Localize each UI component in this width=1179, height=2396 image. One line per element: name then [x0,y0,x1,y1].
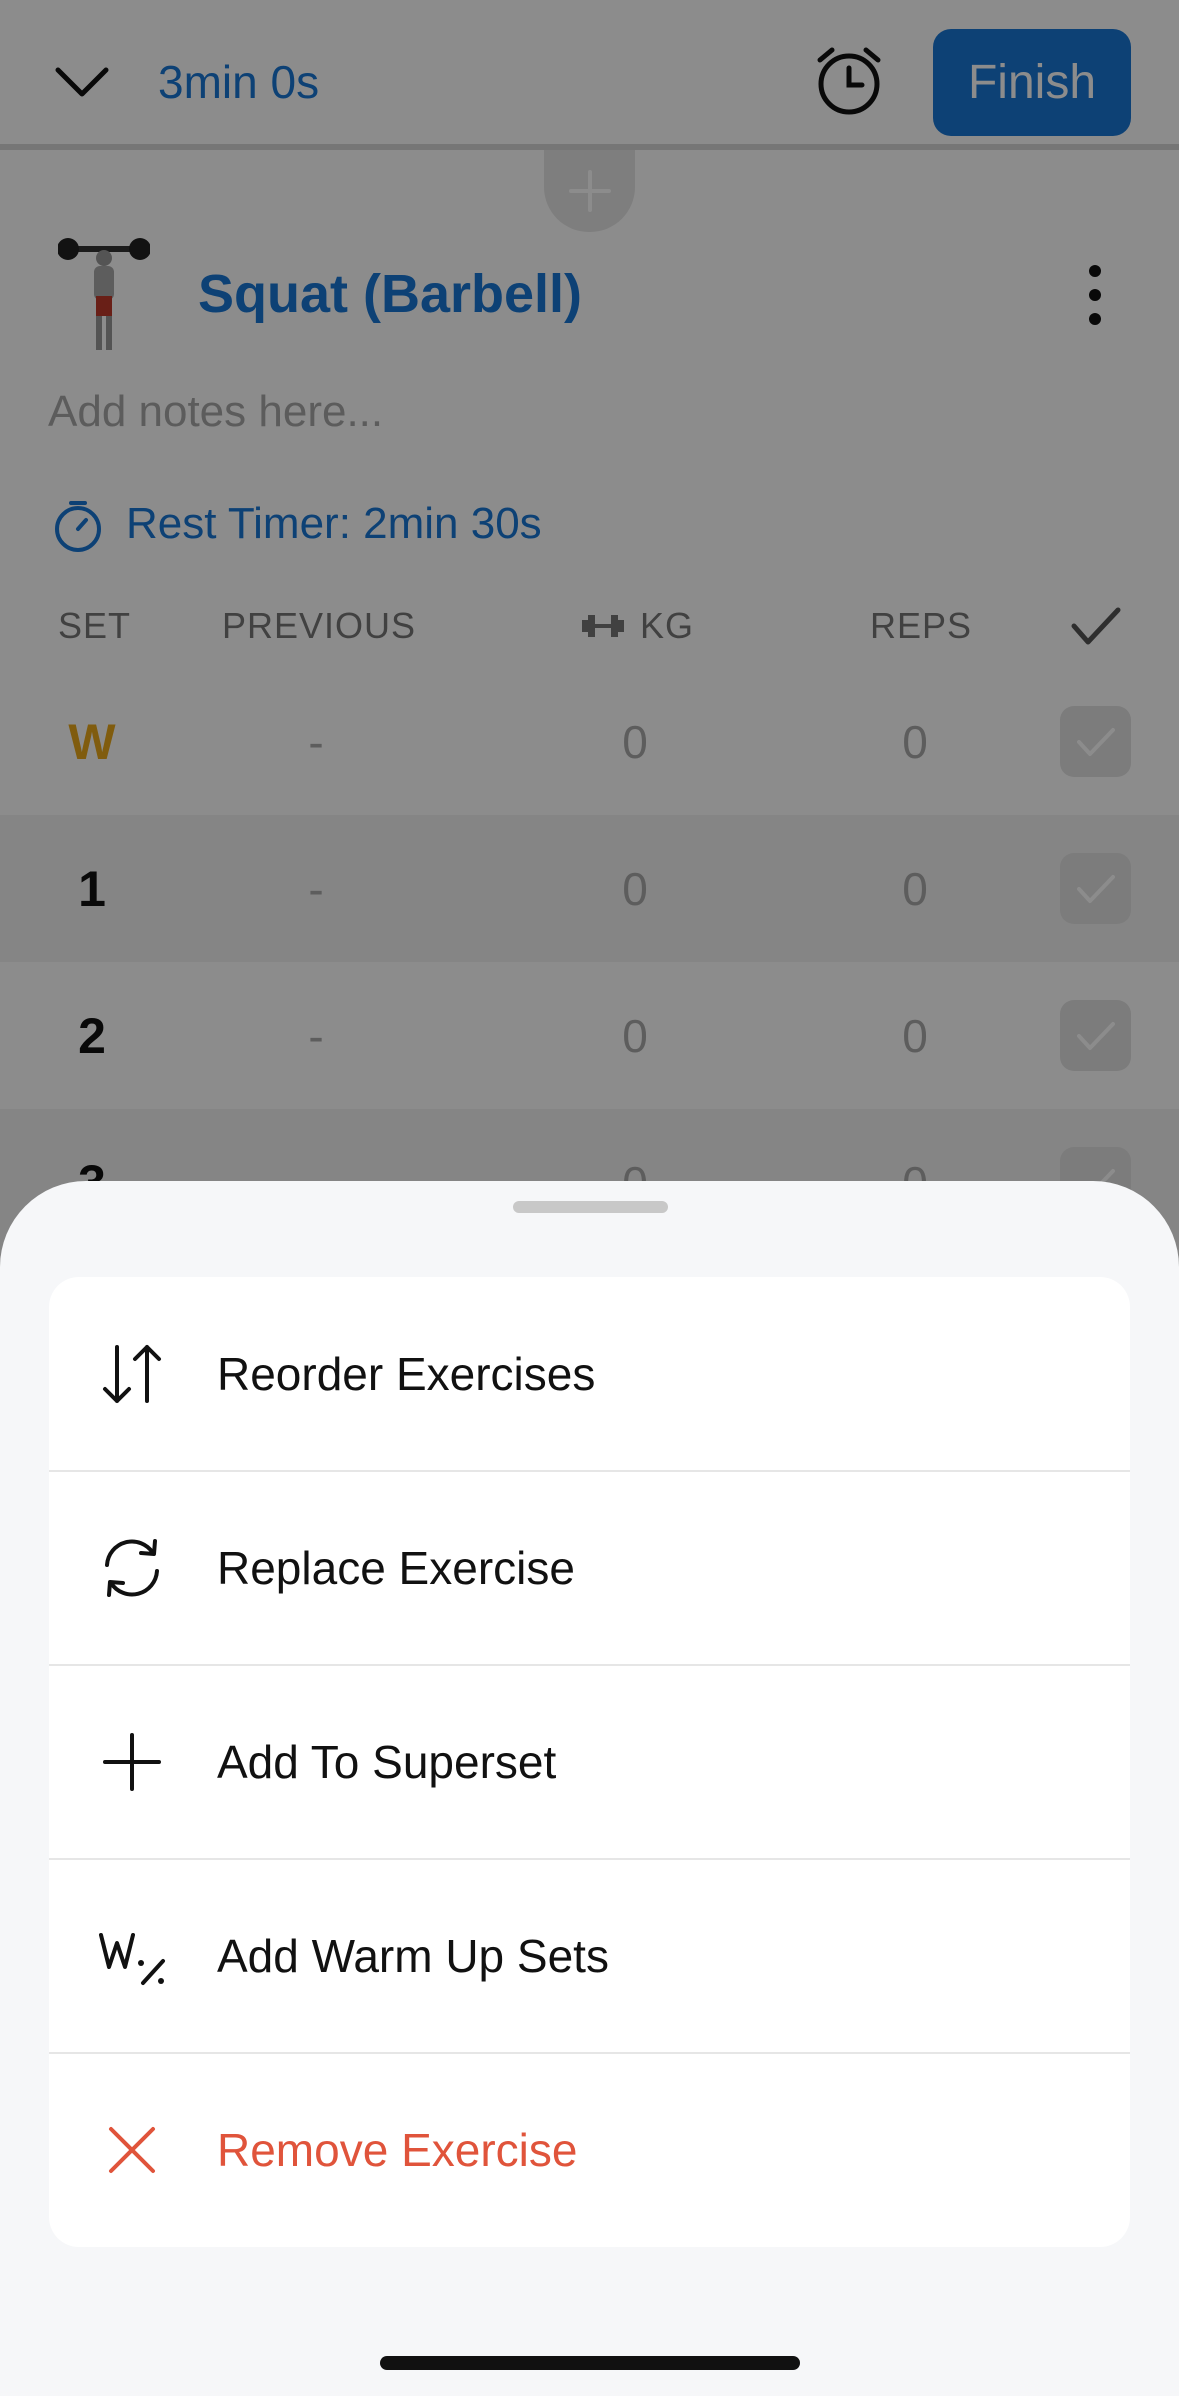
menu-item-label: Add To Superset [217,1736,557,1788]
reorder-arrows-icon [103,1345,161,1403]
add-warm-up-sets-item[interactable]: Add Warm Up Sets [49,1859,1130,2053]
home-indicator[interactable] [380,2356,800,2370]
reorder-exercises-item[interactable]: Reorder Exercises [49,1277,1130,1471]
close-icon [109,2127,155,2173]
menu-item-label: Add Warm Up Sets [217,1930,609,1982]
sheet-grabber[interactable] [513,1201,668,1213]
menu-item-label: Remove Exercise [217,2124,578,2176]
add-to-superset-item[interactable]: Add To Superset [49,1665,1130,1859]
replace-exercise-item[interactable]: Replace Exercise [49,1471,1130,1665]
menu-item-label: Reorder Exercises [217,1348,596,1400]
remove-exercise-item[interactable]: Remove Exercise [49,2053,1130,2247]
options-menu: Reorder Exercises Replace Exercise Add T… [49,1277,1130,2247]
warmup-icon [99,1933,165,1985]
plus-icon [103,1733,161,1791]
refresh-icon [105,1539,159,1597]
menu-item-label: Replace Exercise [217,1542,575,1594]
exercise-options-sheet: Reorder Exercises Replace Exercise Add T… [0,1181,1179,2396]
